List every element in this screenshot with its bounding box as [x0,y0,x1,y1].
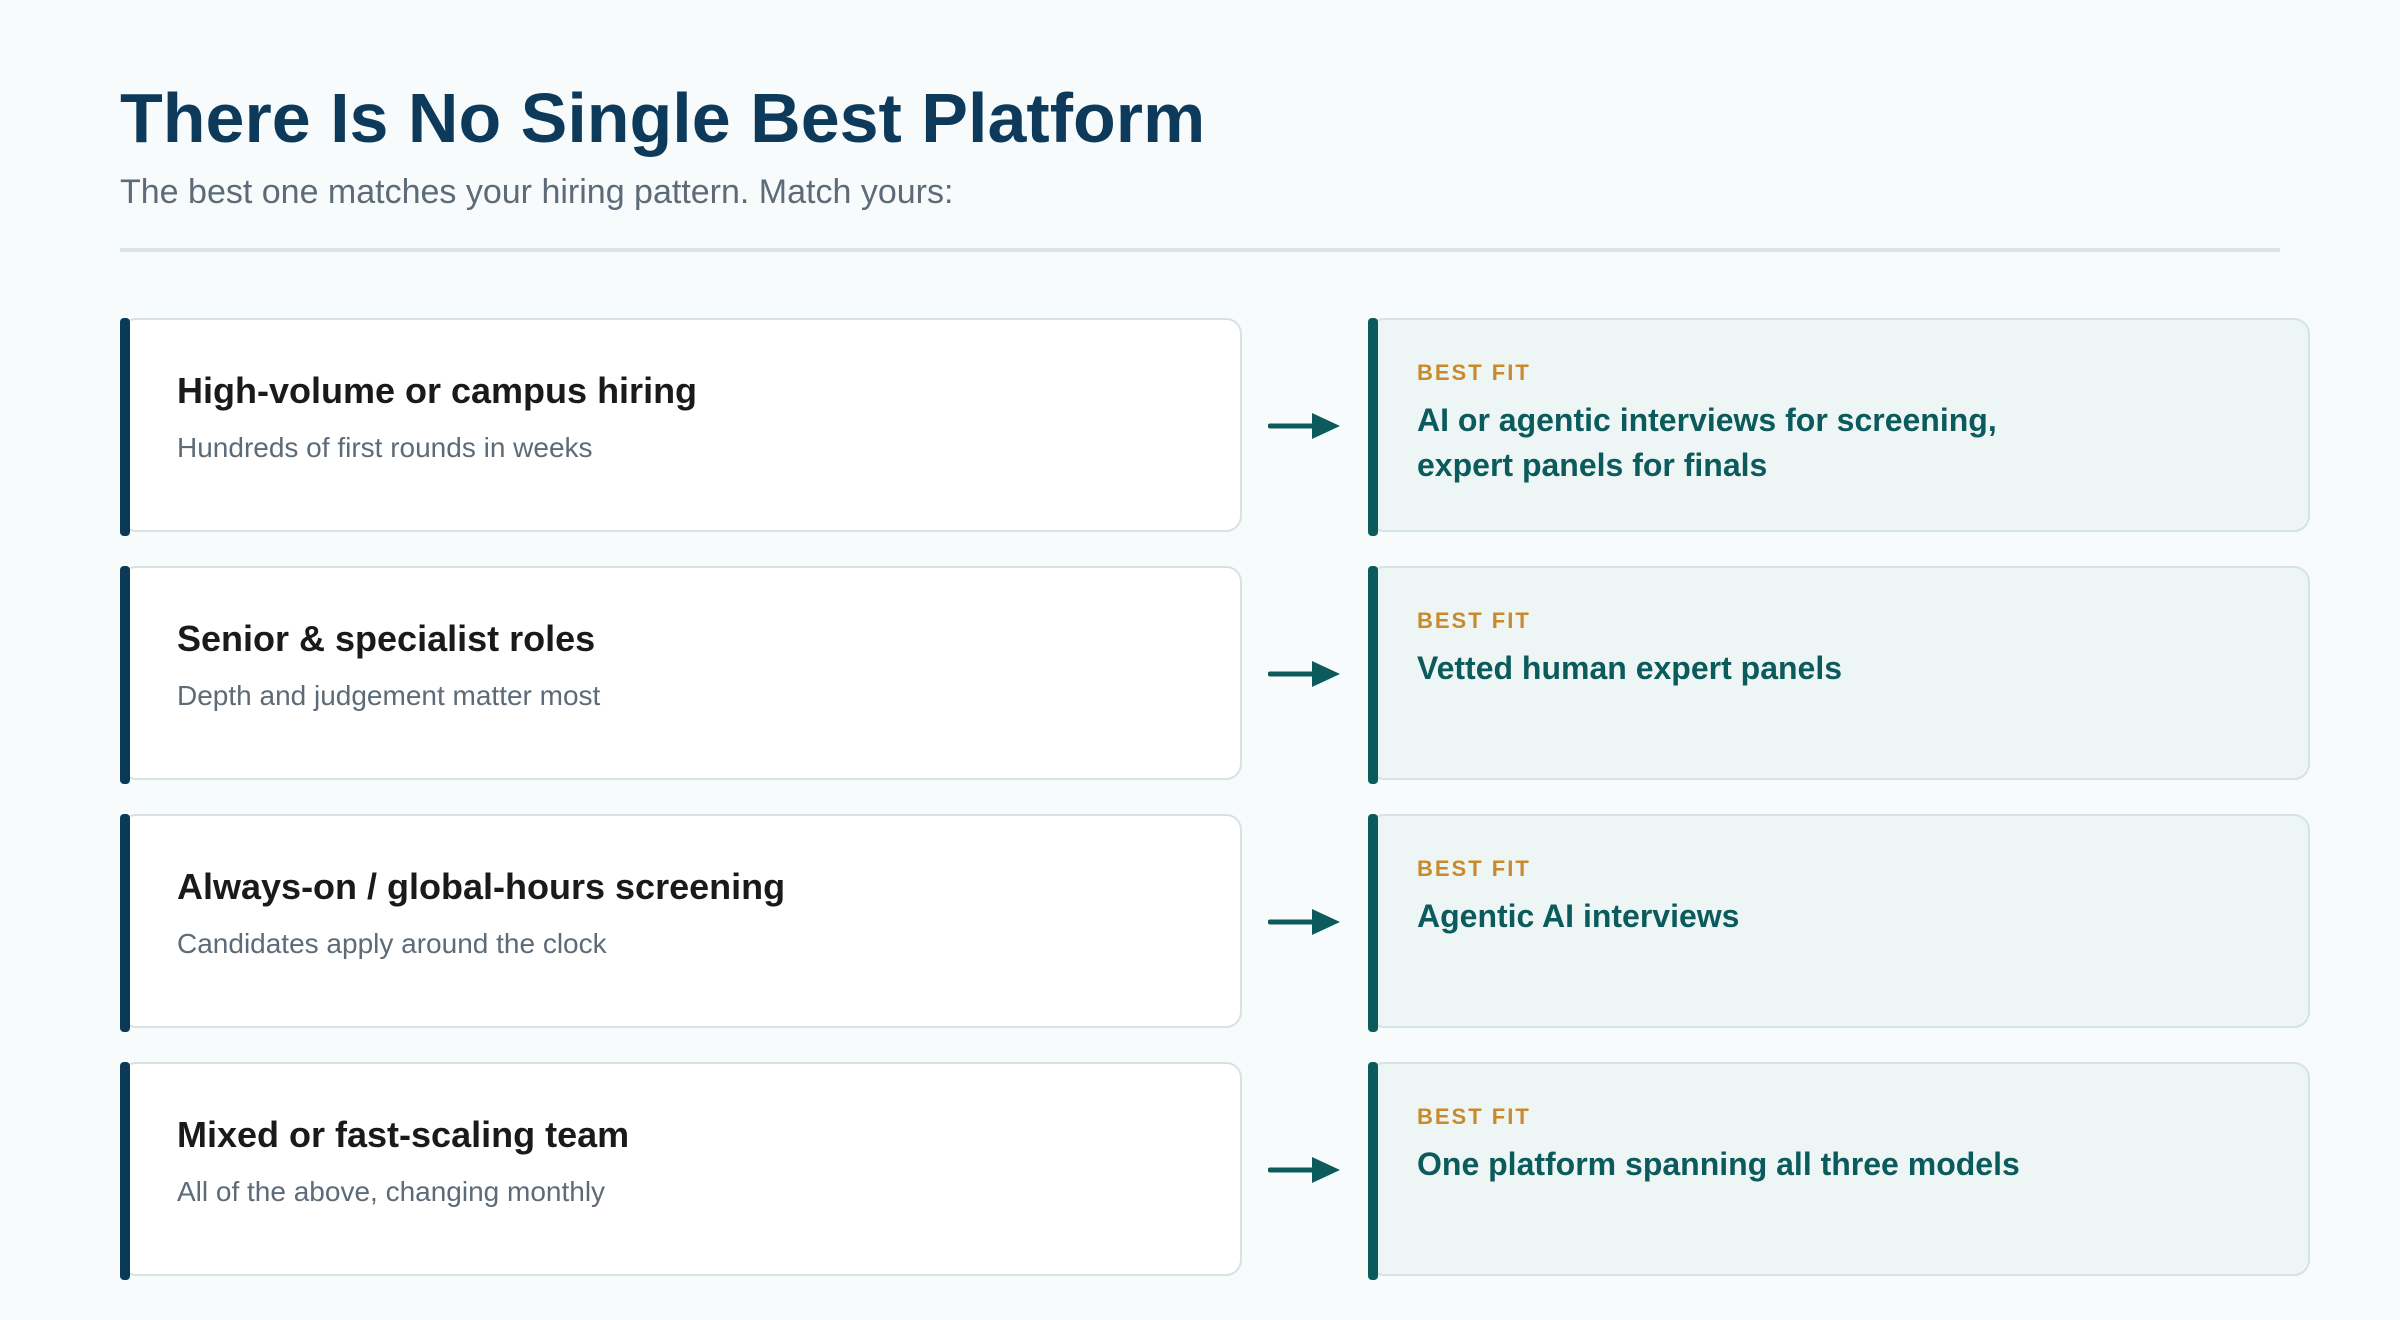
scenario-description: Hundreds of first rounds in weeks [177,432,593,463]
best-fit-accent-bar [1368,1062,1378,1280]
pattern-row-mixed-scaling: Mixed or fast-scaling team All of the ab… [120,1062,2310,1280]
best-fit-card: BEST FIT Vetted human expert panels [1368,566,2310,784]
arrow-right-icon [1268,661,1340,687]
scenario-accent-bar [120,1062,130,1280]
scenario-title: Always-on / global-hours screening [177,866,786,907]
best-fit-label: BEST FIT [1417,360,1531,385]
best-fit-label: BEST FIT [1417,608,1531,633]
scenario-card: Always-on / global-hours screening Candi… [120,814,1242,1032]
arrow-right-icon [1268,1157,1340,1183]
page-title: There Is No Single Best Platform [120,79,1206,157]
arrow-right-icon [1268,413,1340,439]
best-fit-recommendation: Agentic AI interviews [1417,898,1740,934]
best-fit-label: BEST FIT [1417,1104,1531,1129]
scenario-title: High-volume or campus hiring [177,370,698,411]
scenario-accent-bar [120,814,130,1032]
best-fit-label: BEST FIT [1417,856,1531,881]
pattern-row-always-on: Always-on / global-hours screening Candi… [120,814,2310,1032]
pattern-row-senior-specialist: Senior & specialist roles Depth and judg… [120,566,2310,784]
best-fit-recommendation: Vetted human expert panels [1417,650,1843,686]
scenario-accent-bar [120,318,130,536]
scenario-title: Senior & specialist roles [177,618,596,659]
scenario-accent-bar [120,566,130,784]
scenario-description: All of the above, changing monthly [177,1176,606,1207]
best-fit-recommendation: One platform spanning all three models [1417,1146,2020,1182]
scenario-card: High-volume or campus hiring Hundreds of… [120,318,1242,536]
best-fit-card: BEST FIT One platform spanning all three… [1368,1062,2310,1280]
header-divider [120,248,2280,252]
arrow-right-icon [1268,909,1340,935]
scenario-description: Depth and judgement matter most [177,680,601,711]
scenario-card: Mixed or fast-scaling team All of the ab… [120,1062,1242,1280]
scenario-description: Candidates apply around the clock [177,928,607,959]
best-fit-recommendation: AI or agentic interviews for screening, … [1417,402,1997,483]
pattern-row-high-volume: High-volume or campus hiring Hundreds of… [120,318,2310,536]
best-fit-card: BEST FIT AI or agentic interviews for sc… [1368,318,2310,536]
page-subtitle: The best one matches your hiring pattern… [120,173,954,211]
best-fit-accent-bar [1368,566,1378,784]
best-fit-card: BEST FIT Agentic AI interviews [1368,814,2310,1032]
scenario-card: Senior & specialist roles Depth and judg… [120,566,1242,784]
best-fit-accent-bar [1368,318,1378,536]
scenario-title: Mixed or fast-scaling team [177,1114,630,1155]
best-fit-accent-bar [1368,814,1378,1032]
